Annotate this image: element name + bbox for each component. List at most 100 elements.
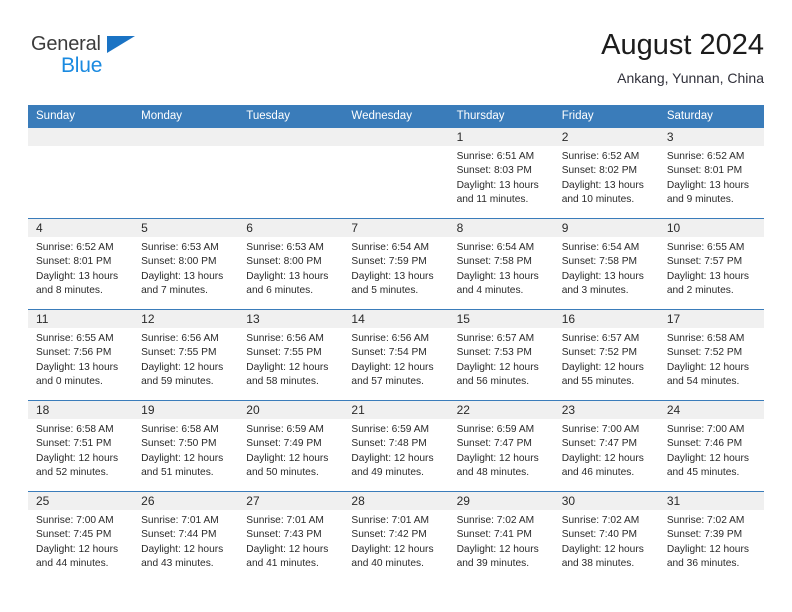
calendar-day-cell[interactable]: 20 Sunrise: 6:59 AM Sunset: 7:49 PM Dayligh… (238, 400, 344, 492)
calendar-day-cell[interactable]: 22 Sunrise: 6:59 AM Sunset: 7:47 PM Dayligh… (448, 400, 554, 492)
calendar-day-cell[interactable]: 31 Sunrise: 7:02 AM Sunset: 7:39 PM Dayligh… (658, 491, 764, 583)
calendar-week-row: 1 Sunrise: 6:51 AM Sunset: 8:03 PM Daylight… (28, 127, 764, 219)
day-number: 7 (343, 219, 449, 237)
calendar-day-cell[interactable]: 30 Sunrise: 7:02 AM Sunset: 7:40 PM Dayligh… (553, 491, 659, 583)
daylight-duration-line2: and 4 minutes. (456, 285, 524, 297)
general-blue-logo[interactable]: General Blue (31, 34, 231, 77)
day-number: 29 (448, 492, 554, 510)
calendar-day-cell[interactable]: 10 Sunrise: 6:55 AM Sunset: 7:57 PM Dayligh… (658, 218, 764, 310)
day-details: Sunrise: 6:58 AM Sunset: 7:51 PM Daylight:… (28, 419, 133, 481)
sunrise-time: Sunrise: 6:56 AM (351, 333, 430, 344)
sunrise-time: Sunrise: 6:59 AM (351, 424, 430, 435)
day-number: 17 (658, 310, 764, 328)
calendar-day-cell[interactable]: 29 Sunrise: 7:02 AM Sunset: 7:41 PM Dayligh… (448, 491, 554, 583)
calendar-week-row: 25 Sunrise: 7:00 AM Sunset: 7:45 PM Dayligh… (28, 491, 764, 583)
daylight-duration-line2: and 38 minutes. (561, 558, 635, 570)
calendar-day-cell[interactable]: 21 Sunrise: 6:59 AM Sunset: 7:48 PM Dayligh… (343, 400, 449, 492)
day-details: Sunrise: 7:01 AM Sunset: 7:42 PM Daylight:… (343, 510, 448, 572)
calendar-day-cell[interactable]: 4 Sunrise: 6:52 AM Sunset: 8:01 PM Daylight… (28, 218, 134, 310)
calendar-day-cell[interactable]: 11 Sunrise: 6:55 AM Sunset: 7:56 PM Dayligh… (28, 309, 134, 401)
calendar-day-cell[interactable]: 3 Sunrise: 6:52 AM Sunset: 8:01 PM Daylight… (658, 127, 764, 219)
sunrise-time: Sunrise: 6:53 AM (141, 242, 219, 253)
day-number: 10 (658, 219, 764, 237)
calendar-day-cell[interactable]: 7 Sunrise: 6:54 AM Sunset: 7:59 PM Daylight… (343, 218, 449, 310)
daylight-duration-line1: Daylight: 12 hours (561, 543, 644, 555)
daylight-duration-line2: and 2 minutes. (666, 285, 734, 297)
sunrise-time: Sunrise: 6:55 AM (666, 242, 745, 253)
day-details: Sunrise: 6:59 AM Sunset: 7:49 PM Daylight:… (238, 419, 343, 481)
daylight-duration-line2: and 39 minutes. (456, 558, 530, 570)
day-details: Sunrise: 6:58 AM Sunset: 7:52 PM Daylight:… (659, 328, 764, 390)
calendar-day-cell[interactable]: 15 Sunrise: 6:57 AM Sunset: 7:53 PM Dayligh… (448, 309, 554, 401)
daylight-duration-line1: Daylight: 12 hours (666, 452, 749, 464)
daylight-duration-line1: Daylight: 12 hours (456, 543, 539, 555)
sunset-time: Sunset: 8:00 PM (141, 256, 217, 268)
calendar-day-cell[interactable]: 17 Sunrise: 6:58 AM Sunset: 7:52 PM Dayligh… (658, 309, 764, 401)
sunrise-time: Sunrise: 7:02 AM (666, 515, 745, 526)
daylight-duration-line2: and 9 minutes. (666, 194, 734, 206)
sunrise-time: Sunrise: 6:58 AM (666, 333, 745, 344)
weekday-header-tuesday: Tuesday (238, 105, 344, 128)
daylight-duration-line2: and 54 minutes. (666, 376, 740, 388)
daylight-duration-line1: Daylight: 12 hours (246, 543, 329, 555)
sunset-time: Sunset: 7:56 PM (36, 347, 112, 359)
sunrise-time: Sunrise: 7:02 AM (456, 515, 535, 526)
day-number (343, 128, 449, 146)
weekday-header-row: Sunday Monday Tuesday Wednesday Thursday… (28, 105, 764, 128)
calendar-day-cell[interactable]: 5 Sunrise: 6:53 AM Sunset: 8:00 PM Daylight… (133, 218, 239, 310)
calendar-day-cell[interactable]: 9 Sunrise: 6:54 AM Sunset: 7:58 PM Daylight… (553, 218, 659, 310)
calendar-day-cell[interactable]: 24 Sunrise: 7:00 AM Sunset: 7:46 PM Dayligh… (658, 400, 764, 492)
weekday-header-sunday: Sunday (28, 105, 134, 128)
calendar-day-cell[interactable]: 12 Sunrise: 6:56 AM Sunset: 7:55 PM Dayligh… (133, 309, 239, 401)
weekday-header-wednesday: Wednesday (343, 105, 449, 128)
day-details: Sunrise: 7:02 AM Sunset: 7:40 PM Daylight:… (554, 510, 659, 572)
day-number: 4 (28, 219, 134, 237)
weekday-header-thursday: Thursday (448, 105, 554, 128)
calendar-day-cell[interactable]: 25 Sunrise: 7:00 AM Sunset: 7:45 PM Dayligh… (28, 491, 134, 583)
calendar-day-cell[interactable]: 1 Sunrise: 6:51 AM Sunset: 8:03 PM Daylight… (448, 127, 554, 219)
day-details: Sunrise: 6:54 AM Sunset: 7:59 PM Daylight:… (343, 237, 448, 299)
daylight-duration-line2: and 0 minutes. (36, 376, 103, 388)
daylight-duration-line2: and 8 minutes. (36, 285, 103, 297)
calendar-day-cell[interactable]: 2 Sunrise: 6:52 AM Sunset: 8:02 PM Daylight… (553, 127, 659, 219)
sunset-time: Sunset: 7:51 PM (36, 438, 112, 450)
calendar-day-cell[interactable]: 16 Sunrise: 6:57 AM Sunset: 7:52 PM Dayligh… (553, 309, 659, 401)
day-number: 14 (343, 310, 449, 328)
calendar-grid: Sunday Monday Tuesday Wednesday Thursday… (28, 105, 764, 583)
daylight-duration-line2: and 36 minutes. (666, 558, 740, 570)
calendar-day-cell[interactable]: 8 Sunrise: 6:54 AM Sunset: 7:58 PM Daylight… (448, 218, 554, 310)
sunset-time: Sunset: 7:46 PM (666, 438, 743, 450)
daylight-duration-line1: Daylight: 13 hours (666, 270, 749, 282)
calendar-week-row: 11 Sunrise: 6:55 AM Sunset: 7:56 PM Dayligh… (28, 309, 764, 401)
calendar-day-cell[interactable]: 26 Sunrise: 7:01 AM Sunset: 7:44 PM Dayligh… (133, 491, 239, 583)
sunrise-time: Sunrise: 6:54 AM (456, 242, 535, 253)
calendar-day-cell[interactable]: 23 Sunrise: 7:00 AM Sunset: 7:47 PM Dayligh… (553, 400, 659, 492)
sunrise-time: Sunrise: 6:55 AM (36, 333, 114, 344)
daylight-duration-line2: and 51 minutes. (141, 467, 214, 479)
day-details: Sunrise: 7:02 AM Sunset: 7:41 PM Daylight:… (449, 510, 554, 572)
day-number: 21 (343, 401, 449, 419)
day-number: 19 (133, 401, 239, 419)
page-header: General Blue August 2024 Ankang, Yunnan,… (28, 28, 764, 98)
day-details: Sunrise: 7:00 AM Sunset: 7:46 PM Daylight:… (659, 419, 764, 481)
sunset-time: Sunset: 7:55 PM (141, 347, 217, 359)
calendar-day-cell[interactable]: 14 Sunrise: 6:56 AM Sunset: 7:54 PM Dayligh… (343, 309, 449, 401)
calendar-day-cell[interactable]: 13 Sunrise: 6:56 AM Sunset: 7:55 PM Dayligh… (238, 309, 344, 401)
calendar-day-cell[interactable]: 6 Sunrise: 6:53 AM Sunset: 8:00 PM Daylight… (238, 218, 344, 310)
daylight-duration-line1: Daylight: 13 hours (561, 179, 644, 191)
calendar-day-cell[interactable]: 18 Sunrise: 6:58 AM Sunset: 7:51 PM Dayligh… (28, 400, 134, 492)
day-number: 31 (658, 492, 764, 510)
day-details: Sunrise: 6:57 AM Sunset: 7:52 PM Daylight:… (554, 328, 659, 390)
sunset-time: Sunset: 8:01 PM (36, 256, 112, 268)
calendar-day-cell[interactable]: 27 Sunrise: 7:01 AM Sunset: 7:43 PM Dayligh… (238, 491, 344, 583)
day-number: 5 (133, 219, 239, 237)
calendar-day-cell[interactable]: 28 Sunrise: 7:01 AM Sunset: 7:42 PM Dayligh… (343, 491, 449, 583)
sunrise-time: Sunrise: 6:52 AM (561, 151, 640, 162)
weekday-header-friday: Friday (553, 105, 659, 128)
daylight-duration-line1: Daylight: 12 hours (666, 361, 749, 373)
daylight-duration-line1: Daylight: 13 hours (36, 361, 119, 373)
calendar-day-cell[interactable]: 19 Sunrise: 6:58 AM Sunset: 7:50 PM Dayligh… (133, 400, 239, 492)
day-number: 12 (133, 310, 239, 328)
daylight-duration-line1: Daylight: 12 hours (456, 361, 539, 373)
daylight-duration-line1: Daylight: 13 hours (456, 270, 539, 282)
